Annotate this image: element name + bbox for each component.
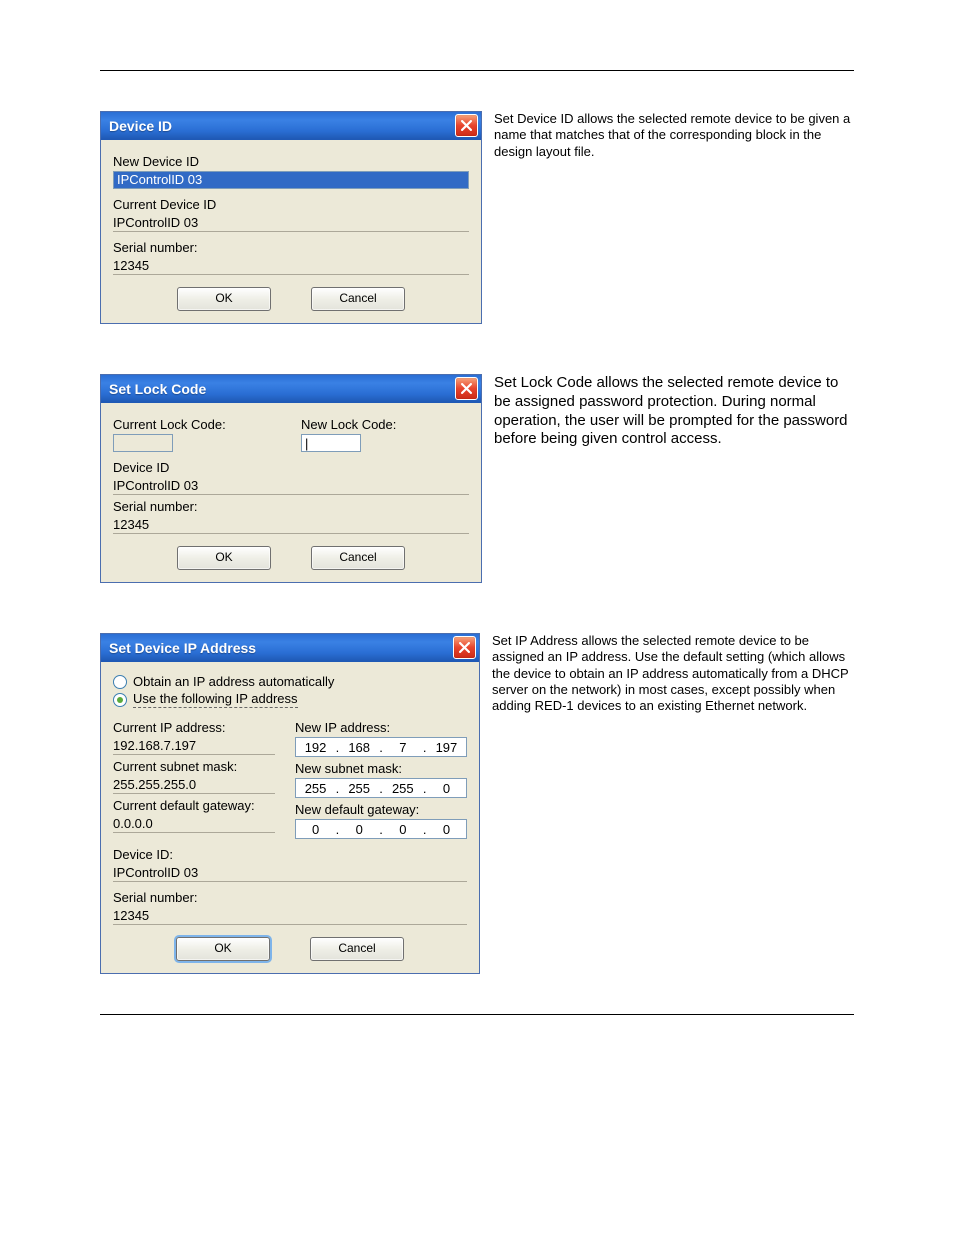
- ip-seg[interactable]: [386, 821, 420, 838]
- input-new-device-id[interactable]: [113, 171, 469, 189]
- input-new-ip[interactable]: . . .: [295, 737, 467, 757]
- value-device-id: IPControlID 03: [113, 477, 469, 495]
- close-icon[interactable]: [453, 636, 476, 659]
- dialog-set-lock-code: Set Lock Code Current Lock Code: New Loc…: [100, 374, 482, 583]
- input-current-lock-code[interactable]: [113, 434, 173, 452]
- value-current-device-id: IPControlID 03: [113, 214, 469, 232]
- section-set-lock-code: Set Lock Code Current Lock Code: New Loc…: [100, 374, 854, 583]
- input-new-subnet[interactable]: . . .: [295, 778, 467, 798]
- page-bottom-rule: [100, 1014, 854, 1015]
- title-set-ip: Set Device IP Address: [109, 640, 256, 656]
- label-serial-number: Serial number:: [113, 240, 469, 255]
- ip-seg[interactable]: [429, 780, 463, 797]
- title-device-id: Device ID: [109, 118, 172, 134]
- ip-seg[interactable]: [429, 739, 463, 756]
- label-new-device-id: New Device ID: [113, 154, 469, 169]
- ip-seg[interactable]: [299, 780, 333, 797]
- ip-seg[interactable]: [342, 780, 376, 797]
- cancel-button[interactable]: Cancel: [310, 937, 404, 961]
- label-current-device-id: Current Device ID: [113, 197, 469, 212]
- ok-button[interactable]: OK: [176, 937, 270, 961]
- titlebar-set-lock-code[interactable]: Set Lock Code: [101, 375, 481, 403]
- ok-button[interactable]: OK: [177, 287, 271, 311]
- radio-icon[interactable]: [113, 675, 127, 689]
- value-device-id: IPControlID 03: [113, 864, 467, 882]
- label-serial-number: Serial number:: [113, 890, 467, 905]
- radio-use-following[interactable]: Use the following IP address: [113, 691, 467, 708]
- close-icon[interactable]: [455, 377, 478, 400]
- description-set-ip: Set IP Address allows the selected remot…: [492, 633, 854, 714]
- titlebar-set-ip[interactable]: Set Device IP Address: [101, 634, 479, 662]
- radio-label-auto: Obtain an IP address automatically: [133, 674, 334, 689]
- label-current-subnet: Current subnet mask:: [113, 759, 275, 774]
- cancel-button[interactable]: Cancel: [311, 546, 405, 570]
- ip-seg[interactable]: [342, 739, 376, 756]
- titlebar-device-id[interactable]: Device ID: [101, 112, 481, 140]
- ip-seg[interactable]: [342, 821, 376, 838]
- input-new-lock-code[interactable]: |: [301, 434, 361, 452]
- page-top-rule: [100, 70, 854, 71]
- section-device-id: Device ID New Device ID Current Device I…: [100, 111, 854, 324]
- ip-seg[interactable]: [386, 780, 420, 797]
- radio-label-manual: Use the following IP address: [133, 691, 298, 708]
- value-current-ip: 192.168.7.197: [113, 737, 275, 755]
- value-current-subnet: 255.255.255.0: [113, 776, 275, 794]
- input-new-gateway[interactable]: . . .: [295, 819, 467, 839]
- ip-seg[interactable]: [299, 821, 333, 838]
- label-current-ip: Current IP address:: [113, 720, 275, 735]
- label-new-ip: New IP address:: [295, 720, 467, 735]
- section-set-ip: Set Device IP Address Obtain an IP addre…: [100, 633, 854, 974]
- value-current-gateway: 0.0.0.0: [113, 815, 275, 833]
- ip-seg[interactable]: [429, 821, 463, 838]
- ip-seg[interactable]: [386, 739, 420, 756]
- label-device-id: Device ID: [113, 460, 469, 475]
- label-device-id: Device ID:: [113, 847, 467, 862]
- title-set-lock-code: Set Lock Code: [109, 381, 206, 397]
- label-current-gateway: Current default gateway:: [113, 798, 275, 813]
- value-serial-number: 12345: [113, 907, 467, 925]
- label-new-lock-code: New Lock Code:: [301, 417, 469, 432]
- value-serial-number: 12345: [113, 257, 469, 275]
- label-new-subnet: New subnet mask:: [295, 761, 467, 776]
- value-serial-number: 12345: [113, 516, 469, 534]
- radio-icon[interactable]: [113, 693, 127, 707]
- dialog-device-id: Device ID New Device ID Current Device I…: [100, 111, 482, 324]
- dialog-set-ip: Set Device IP Address Obtain an IP addre…: [100, 633, 480, 974]
- ip-seg[interactable]: [299, 739, 333, 756]
- label-serial-number: Serial number:: [113, 499, 469, 514]
- label-new-gateway: New default gateway:: [295, 802, 467, 817]
- close-icon[interactable]: [455, 114, 478, 137]
- radio-obtain-auto[interactable]: Obtain an IP address automatically: [113, 674, 467, 689]
- description-device-id: Set Device ID allows the selected remote…: [494, 111, 854, 160]
- cancel-button[interactable]: Cancel: [311, 287, 405, 311]
- ok-button[interactable]: OK: [177, 546, 271, 570]
- label-current-lock-code: Current Lock Code:: [113, 417, 281, 432]
- description-set-lock-code: Set Lock Code allows the selected remote…: [494, 374, 854, 449]
